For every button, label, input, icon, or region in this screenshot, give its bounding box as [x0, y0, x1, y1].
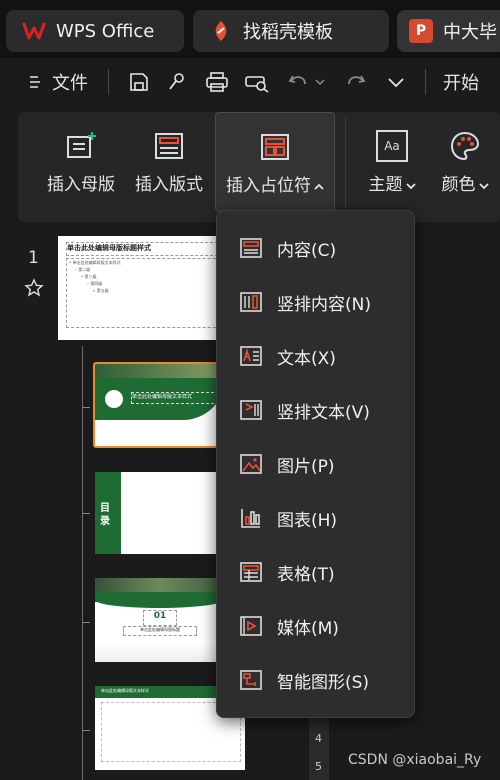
ppt-logo-icon: P [409, 19, 433, 43]
start-tab-label: 开始 [443, 73, 479, 94]
chevron-down-icon [405, 183, 416, 190]
menu-item-chart[interactable]: 图表(H) [217, 491, 414, 545]
chevron-down-icon [478, 183, 489, 190]
tab-template[interactable]: 找稻壳模板 [193, 10, 389, 52]
chart-icon [241, 509, 260, 528]
divider [345, 118, 346, 208]
green-arc [95, 592, 223, 608]
layout-thumbnail-1[interactable]: 单击此处编辑母版文本样式 [93, 362, 223, 448]
format-painter-button[interactable] [166, 58, 188, 106]
master-body: • 单击此处编辑母版文本样式 – 第二级 • 第三级 – 第四级 » 第五级 [66, 258, 236, 328]
insert-master-icon [67, 132, 96, 158]
theme-button[interactable]: Aa 主题 [360, 112, 424, 210]
tree-tick [82, 730, 90, 731]
tab-wps-office[interactable]: WPS Office [6, 10, 184, 52]
insert-placeholder-button[interactable]: 插入占位符 [215, 112, 335, 212]
insert-layout-icon [155, 133, 183, 159]
layout-thumbnail-2[interactable]: 目录 [95, 472, 223, 554]
university-logo [103, 388, 125, 410]
insert-master-button[interactable]: 插入母版 [42, 112, 120, 210]
tree-tick [82, 407, 90, 408]
print-preview-icon [245, 76, 269, 93]
tab-label: 中大毕 [443, 22, 497, 43]
more-button[interactable] [388, 58, 404, 106]
star-icon[interactable] [24, 278, 44, 298]
palette-icon [450, 131, 480, 161]
section-number: 01 [143, 610, 177, 626]
menu-item-vertical-content[interactable]: 竖排内容(N) [217, 275, 414, 329]
smartart-icon [240, 670, 262, 690]
section-title: 单击此处编辑母版标题 [123, 626, 197, 636]
tab-label: WPS Office [56, 20, 155, 42]
menu-item-text[interactable]: 文本(X) [217, 329, 414, 383]
picture-icon [240, 454, 262, 474]
chevron-down-icon [388, 78, 404, 88]
redo-button[interactable] [345, 58, 367, 106]
vertical-content-icon [240, 292, 262, 312]
save-button[interactable] [128, 58, 150, 106]
chevron-down-icon [315, 79, 325, 86]
divider [108, 69, 109, 95]
redo-icon [348, 75, 366, 85]
slide-number: 1 [28, 248, 39, 268]
menu-item-picture[interactable]: 图片(P) [217, 437, 414, 491]
vertical-text-icon [240, 400, 262, 420]
menu-item-table[interactable]: 表格(T) [217, 545, 414, 599]
insert-placeholder-icon [261, 134, 289, 160]
theme-icon: Aa [376, 130, 408, 162]
menu-icon [30, 76, 40, 88]
print-icon [206, 72, 228, 92]
layout-thumbnail-3[interactable]: 01 单击此处编辑母版标题 [95, 578, 223, 662]
divider [425, 69, 426, 95]
tab-label: 找稻壳模板 [243, 22, 333, 43]
docer-logo-icon [209, 19, 233, 43]
color-button[interactable]: 颜色 [430, 112, 500, 210]
undo-button[interactable] [287, 58, 325, 106]
layout-title: 单击此处编辑母版文本样式 [101, 688, 149, 693]
tab-document[interactable]: P 中大毕 [397, 10, 500, 52]
content-placeholder-icon [240, 238, 262, 258]
text-placeholder-icon [240, 346, 262, 366]
skyline-footer [95, 644, 223, 662]
menu-item-smartart[interactable]: 智能图形(S) [217, 653, 414, 707]
menu-item-content[interactable]: 内容(C) [217, 221, 414, 275]
save-icon [130, 73, 148, 91]
format-painter-icon [169, 73, 184, 90]
layout-tree-line [82, 346, 83, 780]
insert-layout-button[interactable]: 插入版式 [130, 112, 208, 210]
toc-title: 目录 [100, 503, 110, 527]
print-button[interactable] [205, 58, 229, 106]
master-title: 单击此处编辑母版标题样式 [66, 242, 238, 256]
insert-placeholder-menu: 内容(C) 竖排内容(N) 文本(X) 竖排文本(V) 图片(P) 图表(H) … [216, 210, 415, 718]
ribbon: 插入母版 插入版式 插入占位符 Aa 主题 颜色 [18, 112, 500, 222]
file-menu-label: 文件 [52, 73, 88, 94]
media-icon [240, 616, 262, 636]
menu-item-media[interactable]: 媒体(M) [217, 599, 414, 653]
print-preview-button[interactable] [244, 58, 270, 106]
vertical-ruler: 4 5 [309, 716, 329, 780]
layout-title: 单击此处编辑母版文本样式 [131, 392, 219, 404]
tree-tick [82, 622, 90, 623]
start-tab[interactable]: 开始 [443, 58, 479, 106]
menu-item-vertical-text[interactable]: 竖排文本(V) [217, 383, 414, 437]
tab-bar: WPS Office 找稻壳模板 P 中大毕 [0, 0, 500, 58]
wps-logo-icon [22, 19, 46, 43]
watermark: CSDN @xiaobai_Ry [348, 752, 482, 768]
undo-icon [288, 75, 306, 85]
table-icon [240, 562, 262, 582]
file-menu[interactable]: 文件 [28, 58, 88, 106]
tree-tick [82, 513, 90, 514]
chevron-up-icon [314, 183, 324, 190]
